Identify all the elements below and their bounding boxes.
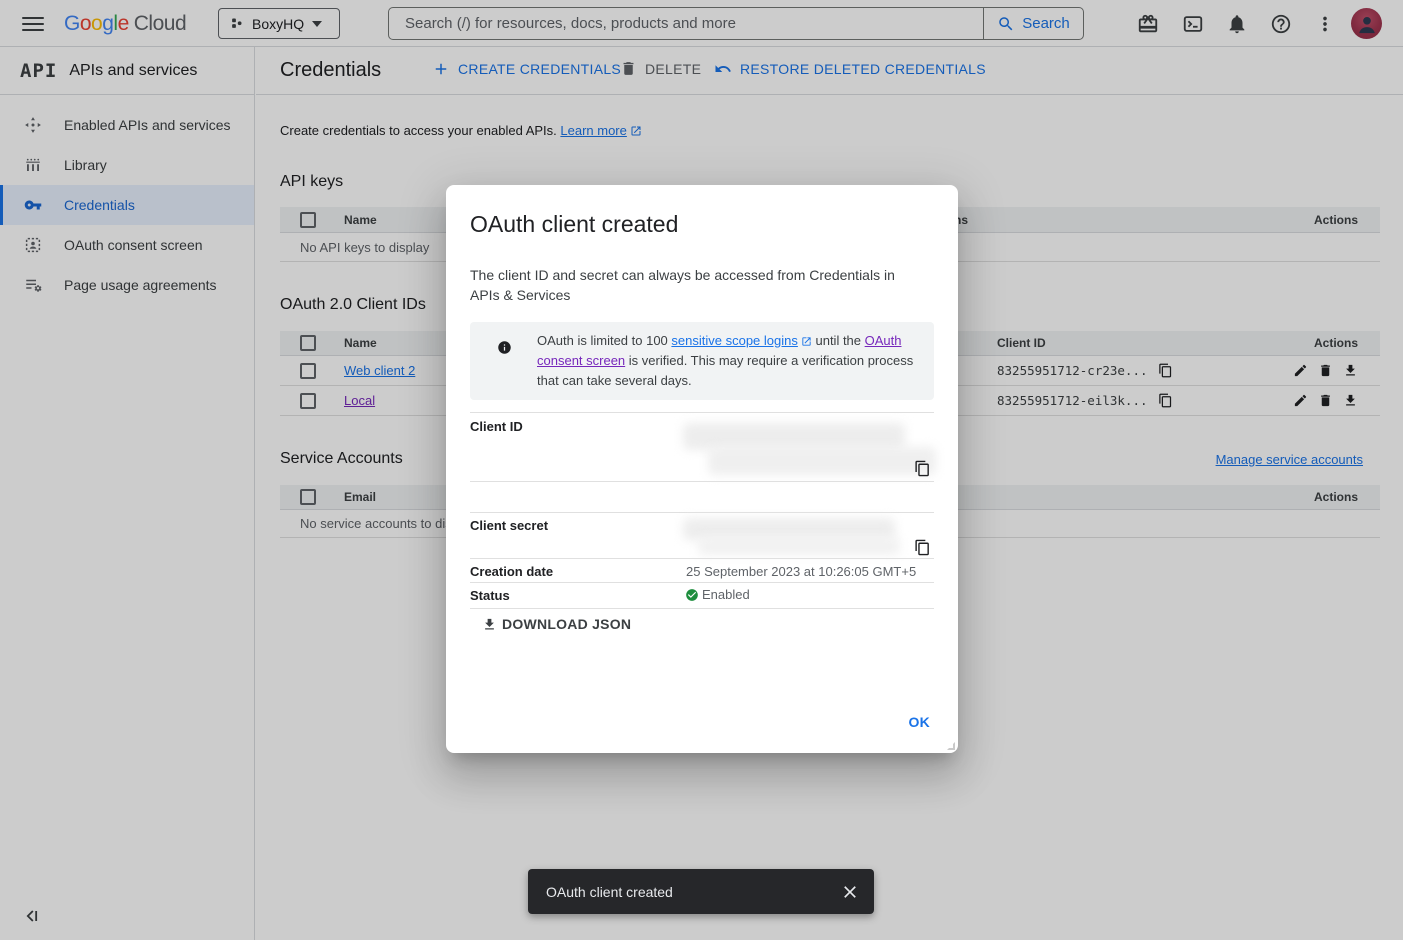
- check-circle-icon: [685, 588, 699, 602]
- info-icon: [497, 340, 512, 355]
- toast-notification: OAuth client created: [528, 869, 874, 914]
- creation-date-label: Creation date: [470, 564, 553, 579]
- ok-button[interactable]: OK: [905, 710, 935, 734]
- status-label: Status: [470, 588, 510, 603]
- copy-client-secret-icon[interactable]: [914, 539, 931, 556]
- oauth-client-created-dialog: OAuth client created The client ID and s…: [446, 185, 958, 753]
- dialog-subtitle: The client ID and secret can always be a…: [470, 265, 920, 305]
- client-id-label: Client ID: [470, 419, 523, 434]
- download-json-label: DOWNLOAD JSON: [502, 616, 631, 632]
- download-icon: [482, 617, 497, 632]
- client-secret-label: Client secret: [470, 518, 548, 533]
- client-id-redacted-value: [708, 447, 936, 475]
- notice-text: OAuth is limited to 100 sensitive scope …: [537, 331, 917, 391]
- status-value: Enabled: [685, 587, 750, 602]
- notice-part: until the: [812, 333, 865, 348]
- copy-client-id-icon[interactable]: [914, 460, 931, 477]
- resize-handle[interactable]: [947, 742, 955, 750]
- toast-message: OAuth client created: [546, 884, 840, 900]
- external-link-icon: [801, 336, 812, 347]
- client-secret-redacted-value: [698, 537, 900, 555]
- status-text: Enabled: [702, 587, 750, 602]
- notice-part: OAuth is limited to 100: [537, 333, 671, 348]
- client-id-redacted-value: [683, 423, 905, 450]
- close-icon[interactable]: [840, 882, 860, 902]
- dialog-title: OAuth client created: [470, 211, 678, 238]
- notice-box: OAuth is limited to 100 sensitive scope …: [470, 322, 934, 400]
- sensitive-scope-logins-link[interactable]: sensitive scope logins: [671, 333, 797, 348]
- creation-date-value: 25 September 2023 at 10:26:05 GMT+5: [686, 564, 916, 579]
- download-json-button[interactable]: DOWNLOAD JSON: [482, 616, 631, 632]
